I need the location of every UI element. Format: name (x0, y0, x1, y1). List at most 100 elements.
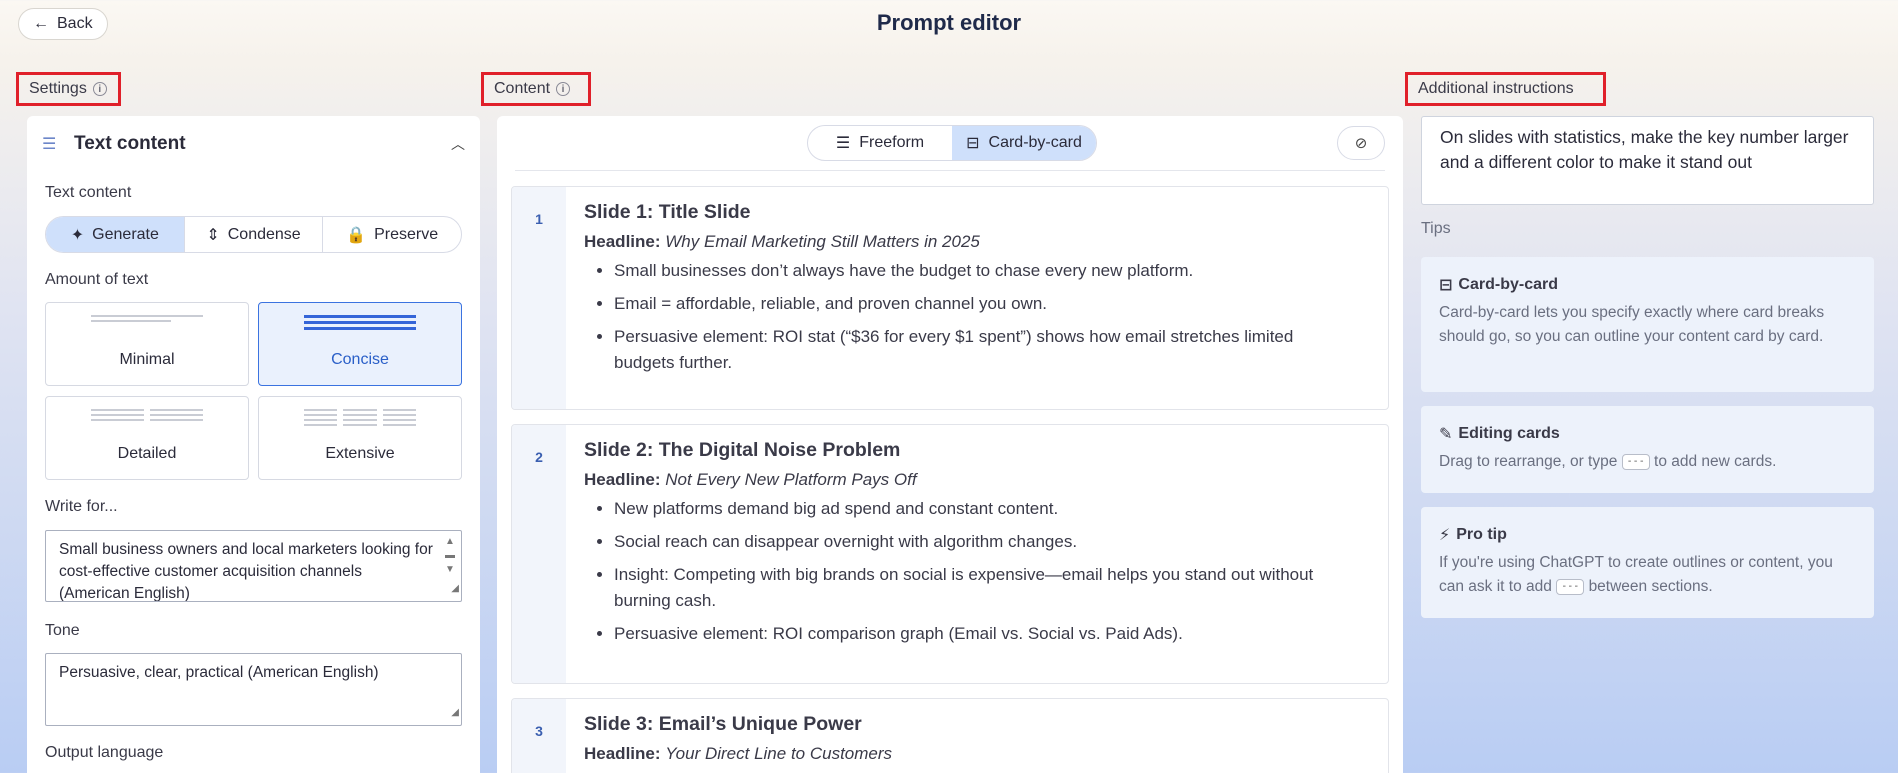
additional-instructions-input[interactable]: On slides with statistics, make the key … (1421, 116, 1874, 205)
info-icon[interactable]: i (92, 82, 107, 96)
bullet-list: Small businesses don’t always have the b… (584, 258, 1348, 376)
tip-editing-cards: ✎ Editing cards Drag to rearrange, or ty… (1421, 406, 1874, 493)
amount-minimal-label: Minimal (119, 351, 175, 368)
write-for-value: Small business owners and local marketer… (59, 541, 433, 602)
freeform-label: Freeform (859, 134, 925, 151)
minimal-glyph-icon (91, 315, 203, 325)
tip-pro-tip: ⚡ Pro tip If you're using ChatGPT to cre… (1421, 507, 1874, 618)
amount-detailed-label: Detailed (117, 445, 177, 462)
lightning-icon: ⚡ (1439, 527, 1451, 544)
text-content-label: Text content (45, 184, 132, 201)
edit-icon: ✎ (1439, 426, 1453, 443)
resize-grip-icon[interactable]: ◢ (451, 702, 459, 724)
condense-icon: ⇕ (206, 226, 220, 244)
generate-label: Generate (92, 225, 159, 243)
chevron-up-icon[interactable]: ︿ (451, 134, 465, 154)
lock-icon: 🔒 (346, 226, 367, 244)
amount-concise[interactable]: Concise (258, 302, 462, 386)
card-by-card-tab[interactable]: ⊟ Card-by-card (952, 126, 1096, 160)
info-icon[interactable]: i (556, 82, 571, 96)
preserve-option[interactable]: 🔒 Preserve (322, 217, 461, 252)
tip-title: ⊟ Card-by-card (1439, 275, 1856, 295)
condense-option[interactable]: ⇕ Condense (183, 217, 323, 252)
slide-card[interactable]: 2 Slide 2: The Digital Noise Problem Hea… (511, 424, 1389, 684)
divider (515, 170, 1385, 171)
card-icon: ⊟ (966, 135, 980, 152)
tip-body-post: between sections. (1588, 578, 1713, 595)
headline-label: Headline: (584, 744, 661, 763)
settings-section-label: Settings i (16, 72, 121, 106)
bullet-item: New platforms demand big ad spend and co… (614, 496, 1348, 522)
headline-text: Not Every New Platform Pays Off (665, 470, 917, 489)
slide-card[interactable]: 1 Slide 1: Title Slide Headline: Why Ema… (511, 186, 1389, 410)
tip-card-by-card: ⊟ Card-by-card Card-by-card lets you spe… (1421, 257, 1874, 392)
additional-instructions-label: Additional instructions (1405, 72, 1606, 106)
output-language-label: Output language (45, 744, 164, 761)
page-title: Prompt editor (876, 10, 1022, 35)
tip-title: ✎ Editing cards (1439, 424, 1856, 444)
text-mode-selector: ✦ Generate ⇕ Condense 🔒 Preserve (45, 216, 462, 253)
freeform-tab[interactable]: ☰ Freeform (808, 126, 952, 160)
amount-extensive-label: Extensive (325, 445, 395, 462)
bullet-item: Persuasive element: ROI stat (“$36 for e… (614, 324, 1348, 376)
detailed-glyph-icon (91, 409, 203, 424)
card-icon: ⊟ (1439, 277, 1453, 294)
card-headline: Headline: Why Email Marketing Still Matt… (584, 232, 1348, 252)
card-number: 2 (512, 425, 566, 683)
slide-card[interactable]: 3 Slide 3: Email’s Unique Power Headline… (511, 698, 1389, 773)
tip-title-text: Card-by-card (1458, 276, 1558, 293)
amount-detailed[interactable]: Detailed (45, 396, 249, 480)
tip-body: If you're using ChatGPT to create outlin… (1439, 551, 1856, 599)
generate-option[interactable]: ✦ Generate (46, 217, 184, 252)
textarea-scrollbar[interactable]: ▲ ▬ ▼ (443, 535, 457, 577)
card-number: 1 (512, 187, 566, 409)
tip-title-text: Pro tip (1456, 526, 1507, 543)
tone-textarea[interactable]: Persuasive, clear, practical (American E… (45, 653, 462, 726)
bullet-item: Small businesses don’t always have the b… (614, 258, 1348, 284)
card-title: Slide 1: Title Slide (584, 201, 751, 223)
tip-body-pre: Drag to rearrange, or type (1439, 453, 1618, 470)
content-label-text: Content (494, 80, 551, 97)
panel-title: Text content (74, 133, 186, 154)
headline-text: Your Direct Line to Customers (665, 744, 893, 763)
card-title: Slide 3: Email’s Unique Power (584, 713, 862, 735)
preserve-label: Preserve (374, 225, 439, 243)
settings-label-text: Settings (29, 80, 87, 97)
text-content-header[interactable]: ☰ Text content ︿ (42, 130, 465, 158)
amount-extensive[interactable]: Extensive (258, 396, 462, 480)
hide-formatting-button[interactable]: ⊘ (1337, 126, 1385, 160)
concise-glyph-icon (304, 315, 416, 333)
headline-label: Headline: (584, 232, 661, 251)
bullet-item: Email = affordable, reliable, and proven… (614, 291, 1348, 317)
tip-body: Drag to rearrange, or type --- to add ne… (1439, 450, 1856, 474)
bullet-item: Insight: Competing with big brands on so… (614, 562, 1348, 614)
write-for-textarea[interactable]: Small business owners and local marketer… (45, 530, 462, 602)
strikethrough-lines-icon: ⊘ (1354, 135, 1368, 152)
tone-value: Persuasive, clear, practical (American E… (59, 664, 379, 681)
kbd-separator: --- (1621, 453, 1650, 470)
tips-label: Tips (1421, 220, 1451, 237)
write-for-label: Write for... (45, 498, 118, 515)
tip-title-text: Editing cards (1458, 425, 1560, 442)
headline-text: Why Email Marketing Still Matters in 202… (665, 232, 980, 251)
resize-grip-icon[interactable]: ◢ (451, 578, 459, 600)
tip-title: ⚡ Pro tip (1439, 525, 1856, 545)
sparkle-icon: ✦ (70, 226, 85, 244)
card-number: 3 (512, 699, 566, 773)
align-left-icon: ☰ (835, 135, 851, 152)
bullet-item: Persuasive element: ROI comparison graph… (614, 621, 1348, 647)
tip-body: Card-by-card lets you specify exactly wh… (1439, 304, 1825, 345)
settings-panel: ☰ Text content ︿ Text content ✦ Generate… (27, 116, 480, 773)
condense-label: Condense (227, 225, 301, 243)
card-headline: Headline: Not Every New Platform Pays Of… (584, 470, 1348, 490)
content-section-label: Content i (481, 72, 591, 106)
view-toggle: ☰ Freeform ⊟ Card-by-card (807, 125, 1097, 161)
amount-label: Amount of text (45, 271, 149, 288)
kbd-separator: --- (1556, 578, 1585, 595)
text-lines-icon: ☰ (42, 136, 57, 153)
card-by-card-label: Card-by-card (988, 134, 1082, 151)
bullet-item: Social reach can disappear overnight wit… (614, 529, 1348, 555)
amount-minimal[interactable]: Minimal (45, 302, 249, 386)
amount-concise-label: Concise (331, 351, 389, 368)
content-panel: ☰ Freeform ⊟ Card-by-card ⊘ 1 Slide 1: T… (497, 116, 1403, 773)
